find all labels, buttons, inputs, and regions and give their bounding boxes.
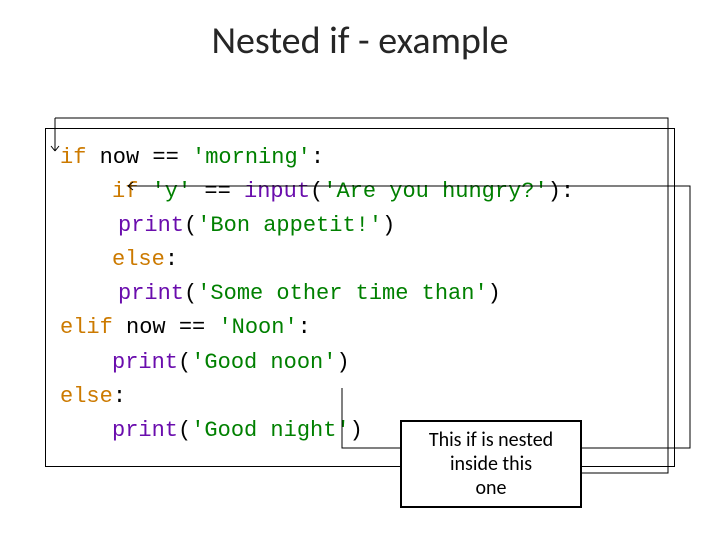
code-text: ( (178, 350, 191, 375)
code-text: ( (178, 418, 191, 443)
code-line-1: if now == 'morning': (60, 141, 660, 175)
string-literal: 'morning' (192, 145, 311, 170)
code-text: now == (86, 145, 192, 170)
code-line-7: print('Good noon') (112, 346, 660, 380)
function-name: print (118, 281, 184, 306)
keyword-elif: elif (60, 315, 113, 340)
code-text: ( (184, 281, 197, 306)
code-text: ( (310, 179, 323, 204)
code-text: : (165, 247, 178, 272)
code-text: ) (350, 418, 363, 443)
code-text: ) (488, 281, 501, 306)
code-text: : (298, 315, 311, 340)
string-literal: 'Some other time than' (197, 281, 487, 306)
code-line-2: if 'y' == input('Are you hungry?'): (112, 175, 660, 209)
code-text: == (191, 179, 244, 204)
function-name: print (112, 418, 178, 443)
string-literal: 'Are you hungry?' (323, 179, 547, 204)
code-line-4: else: (112, 243, 660, 277)
string-literal: 'y' (152, 179, 192, 204)
code-block: if now == 'morning': if 'y' == input('Ar… (45, 128, 675, 467)
callout-annotation: This if is nested inside this one (400, 420, 582, 508)
code-text: ) (382, 213, 395, 238)
function-name: input (244, 179, 310, 204)
code-line-5: print('Some other time than') (118, 277, 660, 311)
keyword-else: else (60, 384, 113, 409)
function-name: print (118, 213, 184, 238)
string-literal: 'Bon appetit!' (197, 213, 382, 238)
code-text: ) (336, 350, 349, 375)
keyword-if: if (112, 179, 138, 204)
code-line-8: else: (60, 380, 660, 414)
slide-title: Nested if - example (0, 18, 720, 64)
callout-line: This if is nested (406, 428, 576, 452)
code-text: ( (184, 213, 197, 238)
callout-line: inside this (406, 452, 576, 476)
string-literal: 'Good night' (191, 418, 349, 443)
code-text: : (311, 145, 324, 170)
code-line-6: elif now == 'Noon': (60, 311, 660, 345)
string-literal: 'Good noon' (191, 350, 336, 375)
callout-line: one (406, 476, 576, 500)
code-text: : (113, 384, 126, 409)
string-literal: 'Noon' (218, 315, 297, 340)
keyword-if: if (60, 145, 86, 170)
code-text (138, 179, 151, 204)
code-text: now == (113, 315, 219, 340)
code-text: ): (548, 179, 574, 204)
function-name: print (112, 350, 178, 375)
keyword-else: else (112, 247, 165, 272)
code-line-3: print('Bon appetit!') (118, 209, 660, 243)
